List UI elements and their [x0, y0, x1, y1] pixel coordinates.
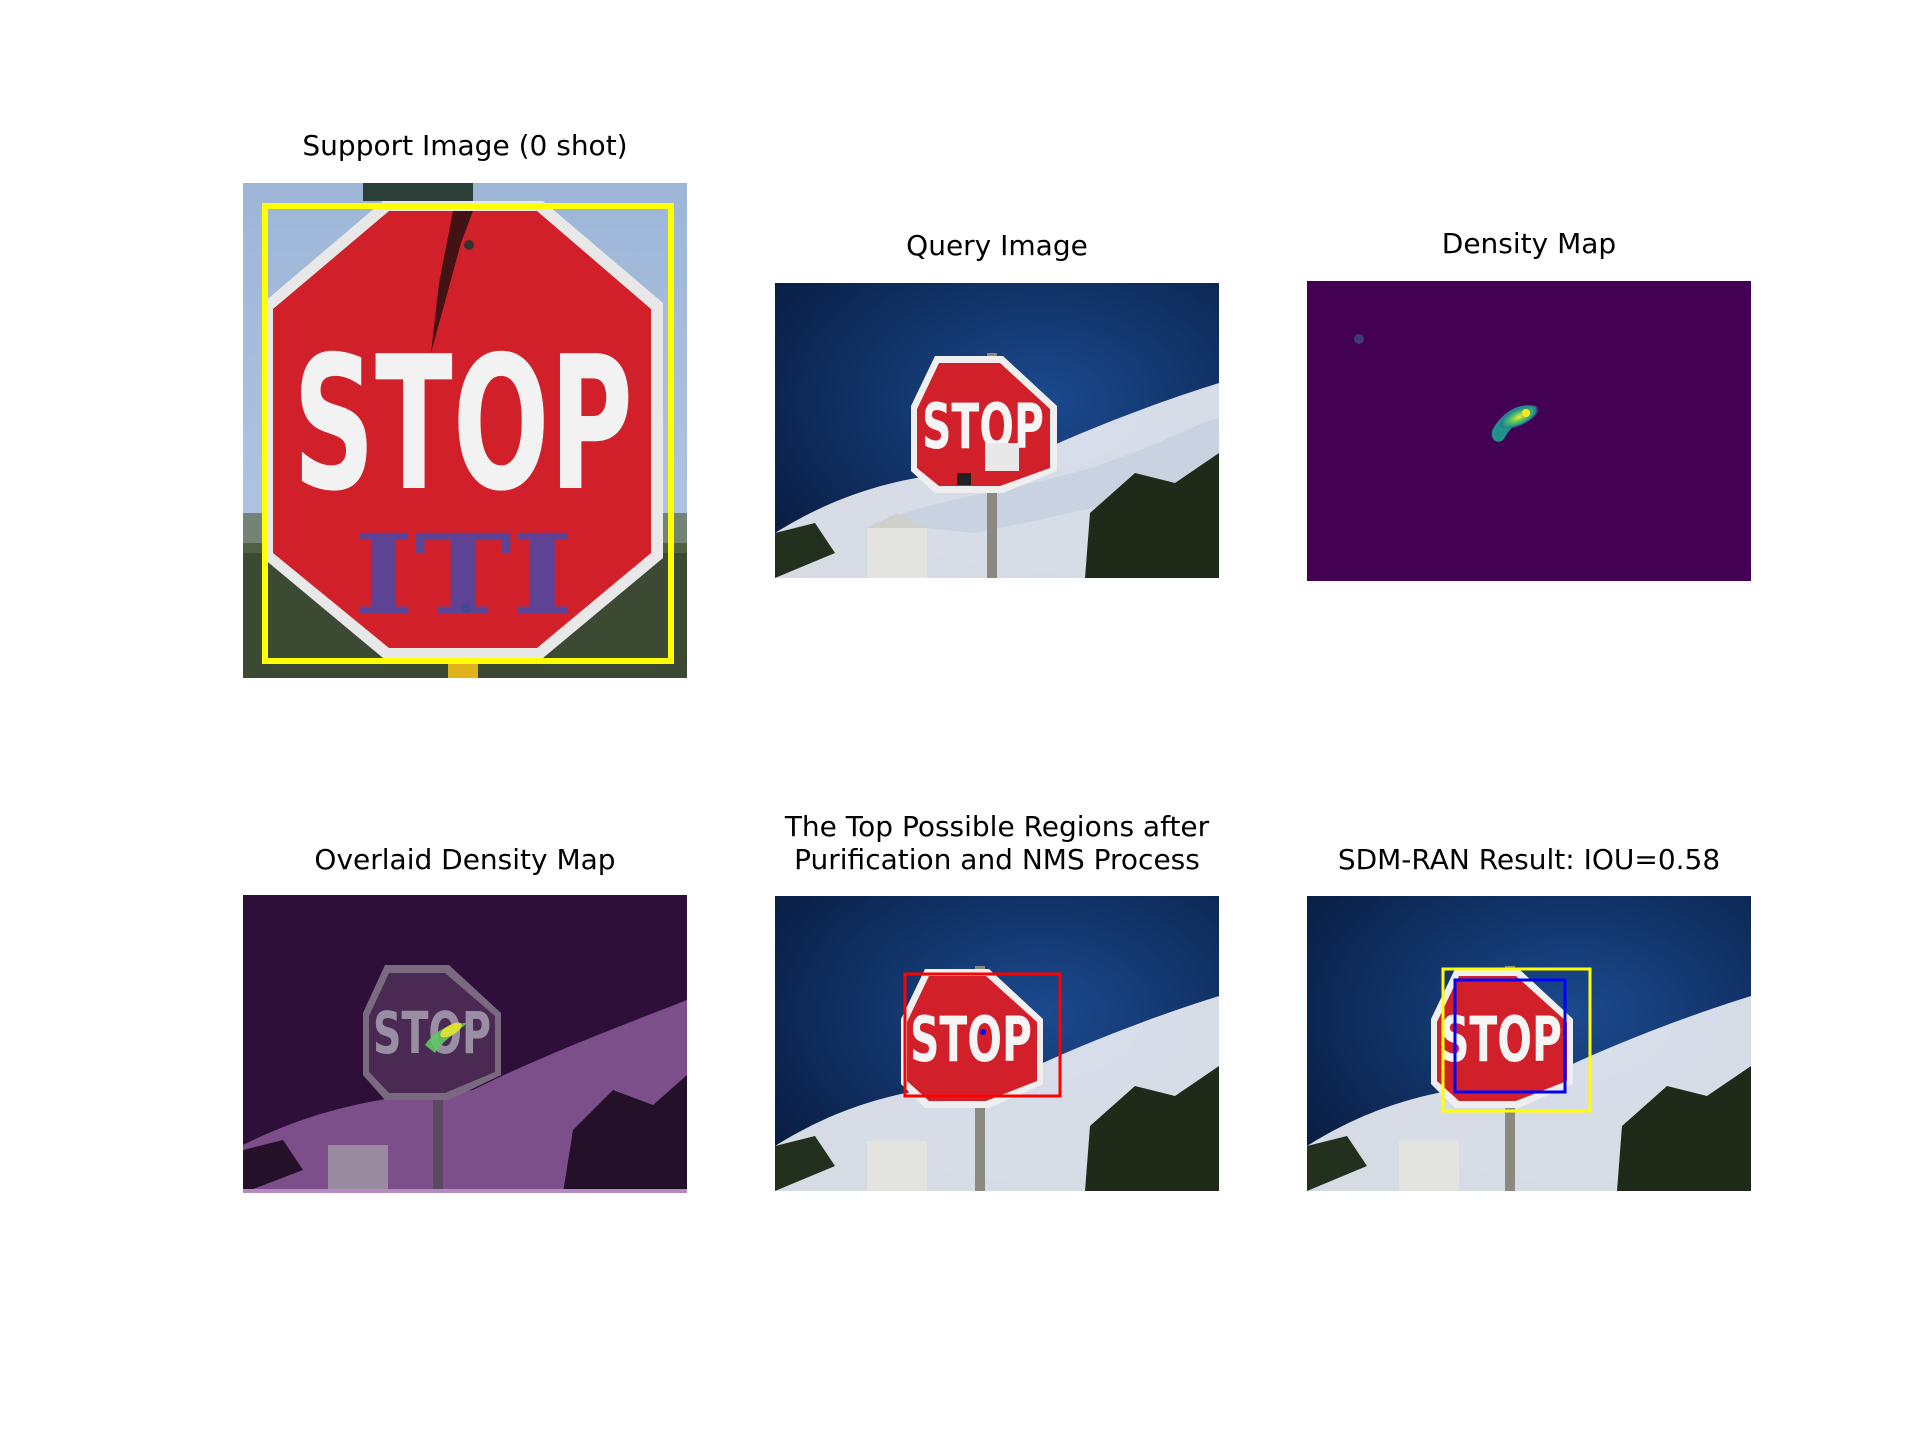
support-image-title: Support Image (0 shot)	[302, 129, 628, 162]
query-image: STOP	[775, 283, 1219, 578]
query-sign-text: STOP	[922, 390, 1044, 463]
regions-sign-text: STOP	[910, 1003, 1032, 1076]
overlaid-density-map: STOP	[243, 895, 687, 1193]
support-sign-text: STOP	[293, 316, 633, 532]
top-regions-image: STOP	[775, 896, 1219, 1191]
overlaid-density-title: Overlaid Density Map	[314, 843, 616, 876]
result-image: STOP	[1307, 896, 1751, 1191]
support-graffiti-text: ITI	[353, 510, 573, 639]
density-map-title: Density Map	[1441, 227, 1617, 260]
top-regions-title: The Top Possible Regions after Purificat…	[784, 810, 1210, 876]
query-image-title: Query Image	[906, 229, 1088, 262]
result-sign-text: STOP	[1440, 1003, 1562, 1076]
overlay-sign-text: STOP	[373, 999, 491, 1067]
support-image: STOP ITI	[243, 183, 687, 678]
result-title: SDM-RAN Result: IOU=0.58	[1337, 843, 1721, 876]
density-map	[1307, 281, 1751, 581]
